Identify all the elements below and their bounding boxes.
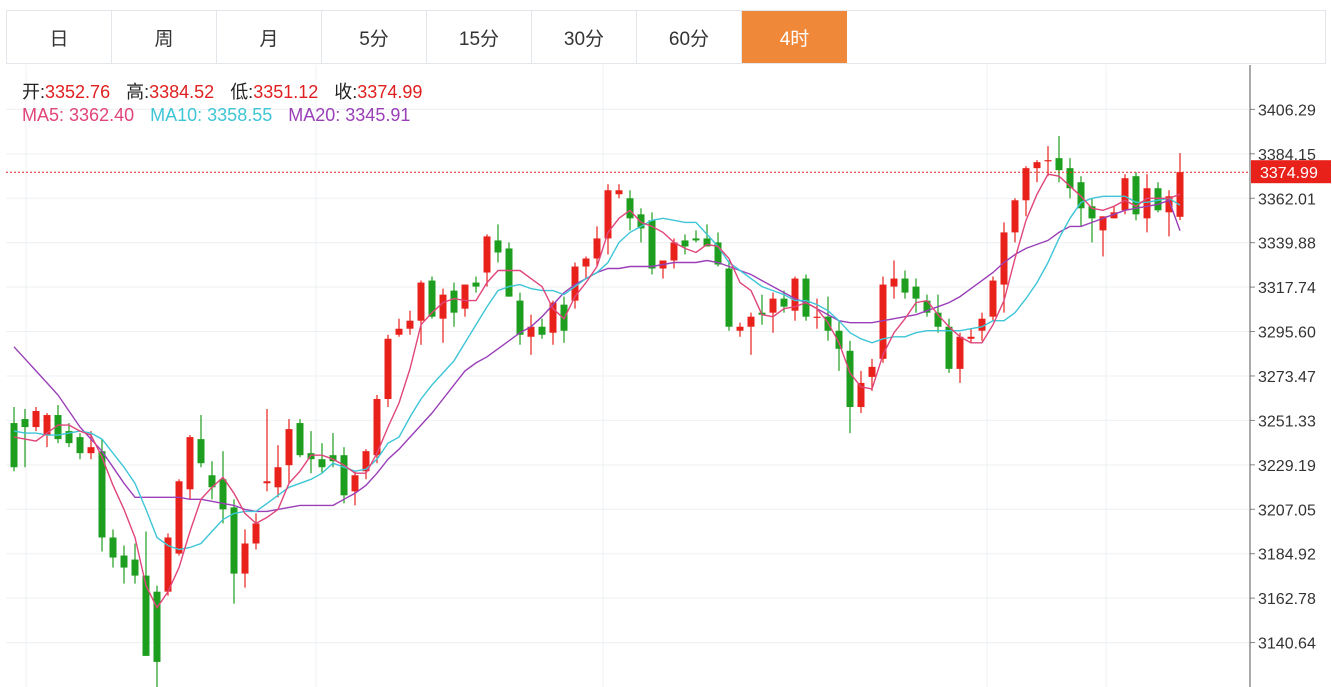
ma-readout: MA5: 3362.40 MA10: 3358.55 MA20: 3345.91 <box>22 105 410 126</box>
y-tick-label: 3273.47 <box>1258 369 1316 386</box>
candle-body <box>263 481 271 484</box>
candle-body <box>120 555 128 568</box>
candle-body <box>1077 182 1085 209</box>
candle-body <box>1011 200 1019 233</box>
candle-body <box>670 242 678 261</box>
candle-body <box>384 338 392 399</box>
ma10-label: MA10: <box>150 105 203 125</box>
candle-body <box>252 523 260 544</box>
candle-body <box>1033 162 1041 169</box>
candle-body <box>615 190 623 195</box>
high-value: 3384.52 <box>149 82 215 102</box>
candle-body <box>868 366 876 377</box>
y-tick-label: 3362.01 <box>1258 191 1316 208</box>
open-label: 开: <box>22 82 46 102</box>
candle-body <box>516 300 524 335</box>
y-tick-label: 3406.29 <box>1258 102 1316 119</box>
candle-body <box>989 280 997 317</box>
candle-body <box>395 328 403 335</box>
candle-body <box>1066 168 1074 189</box>
candle-body <box>10 423 18 468</box>
candle-body <box>626 198 634 219</box>
candle-body <box>1055 158 1063 171</box>
candle-body <box>351 475 359 492</box>
ma20-label: MA20: <box>288 105 341 125</box>
candle-body <box>472 282 480 287</box>
open-value: 3352.76 <box>45 82 111 102</box>
candle-body <box>142 575 150 656</box>
candle-body <box>1121 178 1129 211</box>
y-tick-label: 3207.05 <box>1258 502 1316 519</box>
y-tick-label: 3295.60 <box>1258 325 1316 342</box>
candle-body <box>21 419 29 428</box>
candle-body <box>692 238 700 241</box>
close-value: 3374.99 <box>357 82 423 102</box>
candle-body <box>967 336 975 339</box>
candle-body <box>186 437 194 490</box>
y-tick-label: 3251.33 <box>1258 413 1316 430</box>
low-label: 低: <box>230 82 254 102</box>
candle-body <box>219 479 227 510</box>
candle-body <box>461 284 469 309</box>
candle-body <box>87 447 95 454</box>
candle-body <box>604 190 612 239</box>
candle-body <box>296 423 304 456</box>
candle-body <box>505 248 513 297</box>
ma5-value: 3362.40 <box>69 105 135 125</box>
candle-body <box>945 326 953 369</box>
candle-body <box>890 278 898 287</box>
y-tick-label: 3229.19 <box>1258 458 1316 475</box>
y-tick-label: 3339.88 <box>1258 236 1316 253</box>
high-label: 高: <box>126 82 150 102</box>
y-tick-label: 3317.74 <box>1258 280 1316 297</box>
candle-body <box>131 559 139 576</box>
candle-body <box>593 238 601 259</box>
candle-body <box>450 290 458 313</box>
candle-body <box>725 268 733 327</box>
candle-body <box>1000 232 1008 285</box>
candle-body <box>846 350 854 408</box>
candle-body <box>285 429 293 466</box>
candle-body <box>747 316 755 327</box>
candle-body <box>901 278 909 293</box>
y-tick-label: 3162.78 <box>1258 591 1316 608</box>
candle-body <box>736 326 744 331</box>
candle-body <box>1044 160 1052 162</box>
candle-body <box>483 236 491 273</box>
candle-body <box>109 537 117 558</box>
candle-body <box>1143 188 1151 219</box>
candle-body <box>538 326 546 335</box>
last-price-label: 3374.99 <box>1260 165 1318 182</box>
candle-body <box>417 282 425 321</box>
candle-body <box>274 467 282 488</box>
ma10-value: 3358.55 <box>207 105 273 125</box>
y-tick-label: 3184.92 <box>1258 547 1316 564</box>
ma5-label: MA5: <box>22 105 65 125</box>
candle-body <box>241 543 249 574</box>
ma20-value: 3345.91 <box>345 105 411 125</box>
candle-body <box>802 278 810 317</box>
candle-body <box>439 294 447 319</box>
candle-body <box>32 411 40 428</box>
low-value: 3351.12 <box>253 82 319 102</box>
candle-body <box>912 286 920 299</box>
ohlc-readout: 开:3352.76 高:3384.52 低:3351.12 收:3374.99 <box>22 78 422 104</box>
candle-body <box>780 298 788 307</box>
y-tick-label: 3140.64 <box>1258 636 1316 653</box>
candle-body <box>175 481 183 554</box>
candle-body <box>582 258 590 267</box>
close-label: 收: <box>334 82 358 102</box>
candle-body <box>340 455 348 496</box>
candle-body <box>230 507 238 574</box>
candle-body <box>494 240 502 253</box>
candle-body <box>76 437 84 454</box>
candle-body <box>813 316 821 318</box>
candle-body <box>956 336 964 369</box>
candle-body <box>769 298 777 313</box>
candle-body <box>1022 168 1030 201</box>
candle-body <box>681 240 689 247</box>
candle-body <box>197 439 205 464</box>
candle-body <box>406 320 414 329</box>
candle-body <box>318 459 326 468</box>
